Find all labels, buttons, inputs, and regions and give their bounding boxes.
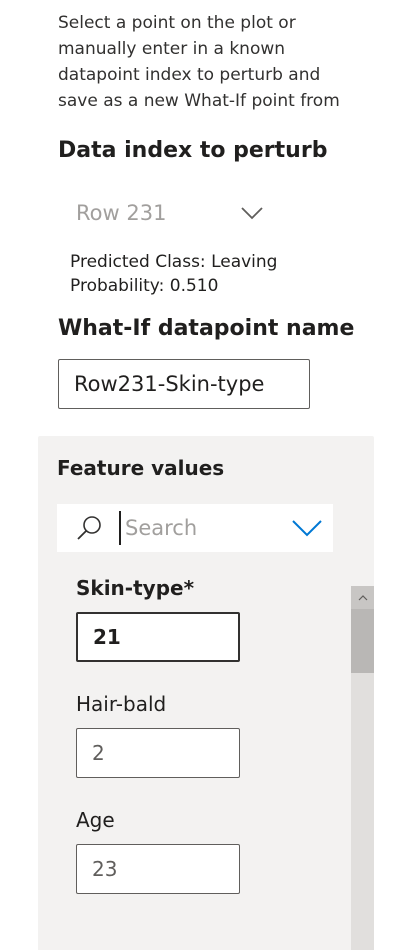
chevron-down-icon <box>241 207 263 220</box>
search-icon <box>77 516 101 540</box>
data-index-heading: Data index to perturb <box>58 138 328 163</box>
feature-label-skin-type: Skin-type* <box>76 576 195 600</box>
feature-item: Hair-bald <box>76 692 336 778</box>
data-index-dropdown[interactable]: Row 231 <box>76 196 266 230</box>
feature-item: Age <box>76 808 336 894</box>
feature-input-skin-type[interactable] <box>76 612 240 662</box>
instructions-line: Select a point on the plot or <box>58 13 296 33</box>
feature-label-hair-bald: Hair-bald <box>76 692 167 716</box>
scroll-track[interactable] <box>351 673 374 950</box>
feature-label-age: Age <box>76 808 115 832</box>
feature-item: Skin-type* <box>76 576 336 662</box>
scroll-thumb[interactable] <box>351 609 374 673</box>
prediction-info: Predicted Class: Leaving Probability: 0.… <box>70 250 277 298</box>
predicted-class-text: Predicted Class: Leaving <box>70 252 278 272</box>
feature-search-box[interactable] <box>57 504 333 552</box>
instructions-text: Select a point on the plot or manually e… <box>58 10 358 114</box>
data-index-dropdown-value: Row 231 <box>76 201 167 225</box>
feature-values-panel: Feature values Skin-type* Hair-bald Age <box>38 436 374 950</box>
feature-search-input[interactable] <box>119 511 275 545</box>
probability-text: Probability: 0.510 <box>70 276 219 296</box>
datapoint-name-heading: What-If datapoint name <box>58 316 355 341</box>
chevron-up-icon <box>358 594 367 600</box>
scroll-up-button[interactable] <box>351 586 374 609</box>
instructions-line: datapoint index to perturb and <box>58 65 321 85</box>
feature-input-age[interactable] <box>76 844 240 894</box>
instructions-line: manually enter in a known <box>58 39 286 59</box>
datapoint-name-input[interactable] <box>58 359 310 409</box>
what-if-panel: Select a point on the plot or manually e… <box>0 0 404 950</box>
chevron-down-icon[interactable] <box>291 519 323 537</box>
feature-list: Skin-type* Hair-bald Age <box>76 576 336 924</box>
feature-values-heading: Feature values <box>57 456 225 480</box>
instructions-line: save as a new What-If point from <box>58 91 340 111</box>
feature-input-hair-bald[interactable] <box>76 728 240 778</box>
feature-list-scrollbar[interactable] <box>351 586 374 950</box>
